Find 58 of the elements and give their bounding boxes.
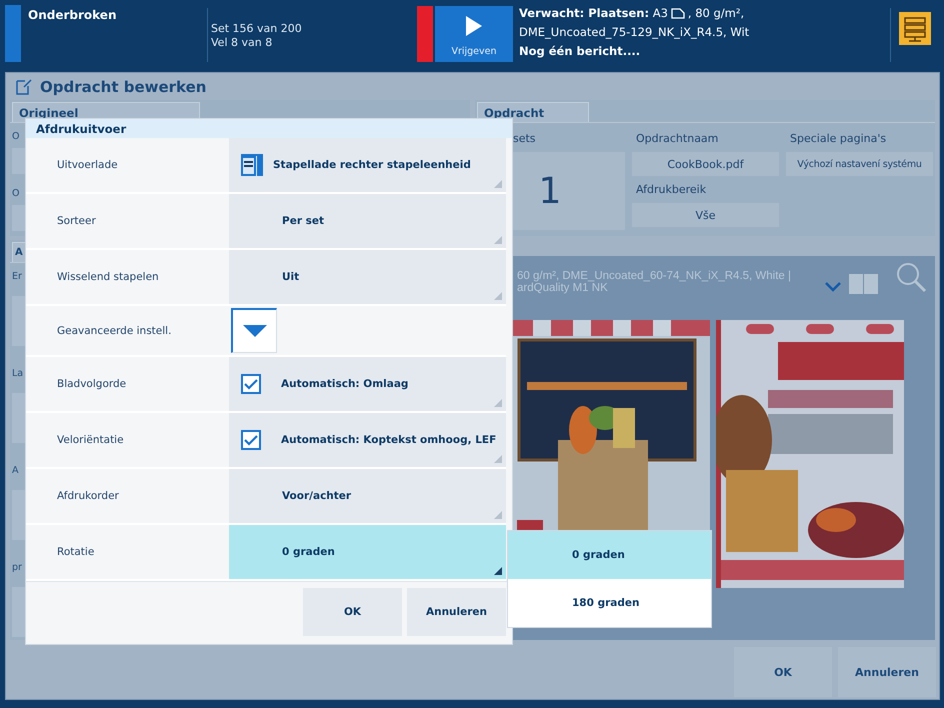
setting-label: Geavanceerde instell. [57,324,172,336]
expected-media-text: Verwacht: Plaatsen: A3 [519,6,668,20]
caret-down-icon [242,325,266,337]
job-tab[interactable]: Opdracht [477,102,589,122]
server-icon[interactable] [899,12,931,45]
field-label: La [12,368,24,379]
ok-button[interactable]: OK [734,647,832,697]
sheet-counter: Vel 8 van 8 [211,36,274,49]
edit-document-icon [16,78,32,95]
message-count: Nog één bericht.... [519,44,642,58]
setting-label: Veloriëntatie [57,434,124,446]
dropdown-option[interactable]: 0 graden [508,531,711,579]
checkbox[interactable] [241,430,261,450]
select-field[interactable]: Per set [229,194,506,248]
setting-label: Sorteer [57,215,96,227]
expand-button[interactable] [231,308,277,353]
setting-label: Wisselend stapelen [57,271,159,283]
setting-label: Uitvoerlade [57,159,118,171]
paper-icon [670,8,685,18]
field-label: Speciale pagina's [789,131,888,147]
checkbox[interactable] [241,374,261,394]
special-pages-field[interactable]: Výchozí nastavení systému [786,152,933,176]
media-weight-text: , 80 g/m², [688,6,744,20]
field-label: sets [512,131,537,147]
job-name-field[interactable]: CookBook.pdf [632,152,779,176]
select-field[interactable]: Uit [229,250,506,304]
select-field[interactable]: Stapellade rechter stapeleenheid [229,138,506,192]
set-counter: Set 156 van 200 [211,22,303,35]
field-label: A [12,465,18,476]
media-description: ardQuality M1 NK [517,282,609,294]
select-field[interactable]: 0 graden [229,525,506,579]
field-label: pr [12,562,22,573]
printer-status: Onderbroken [28,8,116,22]
field-label: O [12,188,20,199]
setting-label: Bladvolgorde [57,378,126,390]
cancel-button[interactable]: Annuleren [407,588,506,636]
attributes-tab[interactable]: A [12,242,26,262]
media-name-text: DME_Uncoated_75-129_NK_iX_R4.5, Wit [519,25,750,39]
field-label: Afdrukbereik [635,182,708,198]
setting-label: Afdrukorder [57,490,119,502]
field-label: Opdrachtnaam [635,131,720,147]
setting-label: Rotatie [57,546,94,558]
field-label: Er [12,271,22,282]
select-field[interactable]: Automatisch: Koptekst omhoog, LEF [229,413,506,467]
release-button[interactable]: Vrijgeven [435,6,513,62]
error-indicator [417,6,433,62]
cancel-button[interactable]: Annuleren [838,647,936,697]
tray-icon [241,154,263,176]
print-range-field[interactable]: Vše [632,203,779,227]
dialog-title: Afdrukuitvoer [36,122,126,136]
media-description: 60 g/m², DME_Uncoated_60-74_NK_iX_R4.5, White | [517,270,792,282]
window-title: Opdracht bewerken [40,78,206,96]
ok-button[interactable]: OK [303,588,402,636]
status-bar-indicator [5,5,21,62]
field-label: O [12,131,20,142]
select-field[interactable]: Automatisch: Omlaag [229,357,506,411]
select-field[interactable]: Voor/achter [229,469,506,523]
play-icon [466,16,482,36]
